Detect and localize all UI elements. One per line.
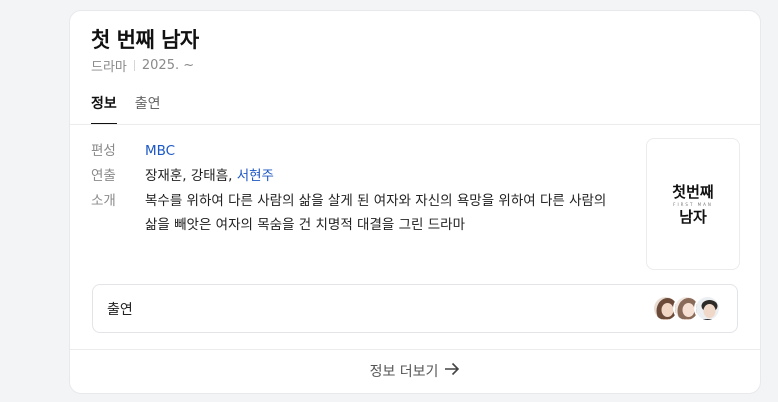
cast-preview-button[interactable]: 출연 — [92, 284, 738, 333]
cast-label: 출연 — [107, 302, 133, 318]
divider — [70, 349, 760, 350]
more-info-inner: 정보 더보기 — [370, 361, 461, 381]
director-label: 연출 — [91, 168, 116, 184]
poster-subtitle: FIRST MAN — [673, 201, 713, 207]
tab-cast[interactable]: 출연 — [135, 93, 161, 124]
network-link[interactable]: MBC — [145, 139, 175, 163]
more-info-label: 정보 더보기 — [369, 364, 439, 380]
cast-avatars — [652, 295, 721, 322]
page-title: 첫 번째 남자 — [91, 28, 199, 52]
tab-info[interactable]: 정보 — [91, 93, 117, 125]
network-row: 편성 MBC — [91, 139, 631, 163]
drama-info-card: 첫 번째 남자 드라마 2025. ~ 정보 출연 편성 MBC 연출 장재훈,… — [69, 10, 761, 394]
poster-title-line1: 첫번째 — [672, 182, 714, 201]
director-row: 연출 장재훈, 강태흠, 서현주 — [91, 164, 631, 188]
summary-label: 소개 — [91, 193, 116, 209]
meta-line: 드라마 2025. ~ — [91, 56, 194, 75]
genre-text: 드라마 — [91, 60, 127, 75]
poster-thumbnail[interactable]: 첫번째 FIRST MAN 남자 — [646, 138, 740, 270]
network-label: 편성 — [91, 143, 116, 159]
tab-bar: 정보 출연 — [91, 93, 179, 125]
director-name: 강태흠 — [190, 168, 229, 184]
director-link[interactable]: 서현주 — [237, 168, 274, 184]
avatar — [694, 295, 721, 322]
year-text: 2025. ~ — [141, 58, 195, 73]
director-list: 장재훈, 강태흠, 서현주 — [145, 168, 274, 184]
meta-separator — [133, 60, 135, 71]
poster-title-line2: 남자 — [679, 207, 707, 226]
arrow-right-icon — [444, 362, 460, 380]
summary-row: 소개 복수를 위하여 다른 사람의 삶을 살게 된 여자와 자신의 욕망을 위하… — [91, 189, 631, 237]
more-info-link[interactable]: 정보 더보기 — [70, 361, 760, 381]
info-section: 편성 MBC 연출 장재훈, 강태흠, 서현주 소개 복수를 위하여 다른 사람… — [91, 139, 631, 238]
divider — [70, 124, 760, 125]
director-name: 장재훈 — [145, 168, 183, 184]
summary-text: 복수를 위하여 다른 사람의 삶을 살게 된 여자와 자신의 욕망을 위하여 다… — [145, 193, 607, 233]
